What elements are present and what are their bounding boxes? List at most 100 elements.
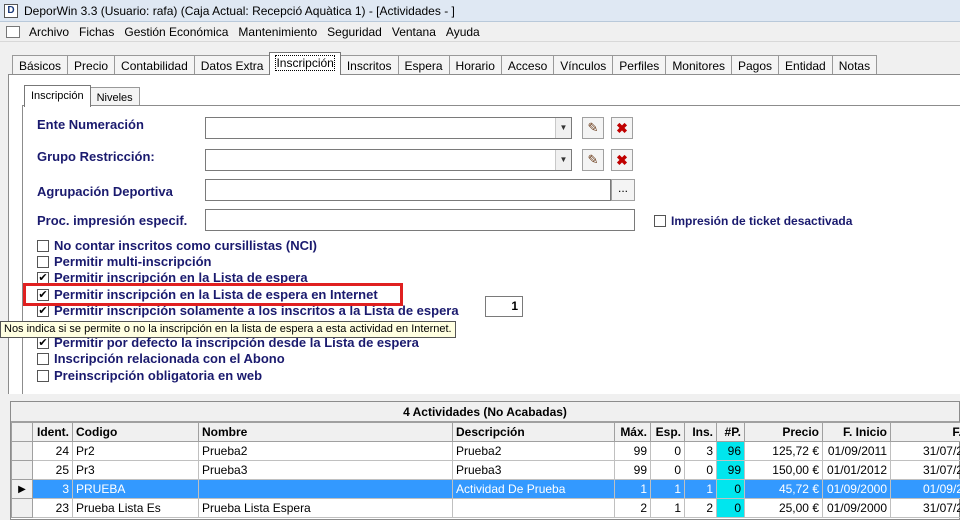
row-indicator [11,498,33,518]
tab-inscritos[interactable]: Inscritos [339,55,399,75]
cell-ins: 3 [684,441,717,461]
subtab-inscripcion[interactable]: Inscripción [24,85,91,107]
cell-descripcion [452,498,615,518]
edit-grupo-button[interactable]: ✎ [582,149,604,171]
tab-basicos[interactable]: Básicos [12,55,69,75]
cell-fecha-fin: 01/09/2020 [890,479,960,499]
mdi-system-menu-icon[interactable] [6,25,20,38]
checkbox-box[interactable] [37,369,49,382]
clear-grupo-button[interactable]: ✖ [611,149,633,171]
column-header-nombre[interactable]: Nombre [198,422,453,442]
checkbox-preinscripcion-web[interactable]: Preinscripción obligatoria en web [37,368,262,383]
tab-vinculos[interactable]: Vínculos [553,55,614,75]
agrupacion-deportiva-field[interactable] [205,179,611,201]
tab-notas[interactable]: Notas [831,55,878,75]
menu-gestion-economica[interactable]: Gestión Económica [121,25,235,39]
tab-acceso[interactable]: Acceso [500,55,555,75]
cell-descripcion: Prueba2 [452,441,615,461]
cell-codigo: Pr3 [72,460,199,480]
ticket-desactivada-checkbox-row[interactable]: Impresión de ticket desactivada [654,214,852,228]
checkbox-multi-inscripcion[interactable]: Permitir multi-inscripción [37,254,211,269]
clear-ente-button[interactable]: ✖ [611,117,633,139]
browse-agrupacion-button[interactable]: ... [611,179,635,201]
delete-icon: ✖ [616,120,628,136]
chevron-down-icon[interactable]: ▼ [555,150,571,170]
tab-label: Notas [838,59,871,73]
title-bar: D DeporWin 3.3 (Usuario: rafa) (Caja Act… [0,0,960,22]
window-title: DeporWin 3.3 (Usuario: rafa) (Caja Actua… [24,3,455,18]
cell-max: 99 [614,460,651,480]
column-header-fecha-inicio[interactable]: F. Inicio [822,422,891,442]
cell-esp: 1 [650,479,685,499]
table-header-row: Ident. Codigo Nombre Descripción Máx. Es… [11,422,960,442]
menu-fichas[interactable]: Fichas [76,25,121,39]
edit-icon: ✎ [587,120,599,135]
table-row[interactable]: 23 Prueba Lista Es Prueba Lista Espera 2… [11,498,960,518]
table-row[interactable]: 25 Pr3 Prueba3 Prueba3 99 0 0 99 150,00 … [11,460,960,480]
menu-archivo[interactable]: Archivo [26,25,76,39]
proc-impresion-label: Proc. impresión especif. [37,213,188,228]
checkbox-box[interactable] [37,239,49,252]
subtab-label: Inscripción [31,90,84,102]
row-indicator [11,441,33,461]
activities-table: Ident. Codigo Nombre Descripción Máx. Es… [11,422,960,518]
checkbox-box[interactable] [37,255,49,268]
checkbox-label: Permitir multi-inscripción [54,254,212,269]
edit-ente-button[interactable]: ✎ [582,117,604,139]
column-header-esp[interactable]: Esp. [650,422,685,442]
column-header-codigo[interactable]: Codigo [72,422,199,442]
column-header-precio[interactable]: Precio [744,422,823,442]
column-header-fecha-fin[interactable]: F. Fin [890,422,960,442]
grupo-restriccion-combo[interactable]: ▼ [205,149,572,171]
checkbox-box[interactable]: ✔ [37,271,49,284]
tab-inscripcion[interactable]: Inscripción [269,52,341,75]
tab-precio[interactable]: Precio [67,55,116,75]
menu-mantenimiento[interactable]: Mantenimiento [235,25,324,39]
column-header-max[interactable]: Máx. [614,422,651,442]
checkbox-box[interactable]: ✔ [37,336,49,349]
subtab-niveles[interactable]: Niveles [89,87,140,107]
ente-numeracion-combo[interactable]: ▼ [205,117,572,139]
proc-impresion-field[interactable] [205,209,635,231]
tab-monitores[interactable]: Monitores [665,55,732,75]
ticket-desactivada-label: Impresión de ticket desactivada [671,214,853,228]
menu-ayuda[interactable]: Ayuda [443,25,487,39]
tab-perfiles[interactable]: Perfiles [612,55,667,75]
tab-horario[interactable]: Horario [448,55,502,75]
menu-ventana[interactable]: Ventana [389,25,443,39]
tab-contabilidad[interactable]: Contabilidad [114,55,195,75]
app-icon: D [4,3,18,18]
tab-espera[interactable]: Espera [397,55,450,75]
tab-label: Inscripción [275,55,335,71]
table-row[interactable]: 24 Pr2 Prueba2 Prueba2 99 0 3 96 125,72 … [11,441,960,461]
cell-esp: 0 [650,460,685,480]
checkbox-no-contar-nci[interactable]: No contar inscritos como cursillistas (N… [37,238,317,253]
column-header-ins[interactable]: Ins. [684,422,717,442]
chevron-down-icon[interactable]: ▼ [555,118,571,138]
cell-ins: 0 [684,460,717,480]
checkbox-box[interactable]: ✔ [37,304,49,317]
cell-max: 99 [614,441,651,461]
tab-datos-extra[interactable]: Datos Extra [193,55,271,75]
menu-seguridad[interactable]: Seguridad [324,25,389,39]
highlight-annotation-box [23,283,403,306]
cell-ident: 3 [32,479,73,499]
tab-entidad[interactable]: Entidad [778,55,833,75]
lista-espera-number-field[interactable]: 1 [485,296,523,317]
cell-precio: 125,72 € [744,441,823,461]
cell-plazas: 96 [716,441,745,461]
checkbox-box[interactable] [37,352,49,365]
column-header-descripcion[interactable]: Descripción [452,422,615,442]
column-header-ident[interactable]: Ident. [32,422,73,442]
row-pointer-icon: ▶ [11,479,33,499]
cell-fecha-fin: 31/07/2012 [890,441,960,461]
column-header-plazas[interactable]: #P. [716,422,745,442]
grupo-restriccion-label: Grupo Restricción: [37,149,155,164]
checkbox-relacionada-abono[interactable]: Inscripción relacionada con el Abono [37,351,285,366]
tab-pagos[interactable]: Pagos [731,55,780,75]
cell-descripcion: Actividad De Prueba [452,479,615,499]
ticket-desactivada-checkbox[interactable] [654,215,666,227]
cell-codigo: Pr2 [72,441,199,461]
cell-esp: 1 [650,498,685,518]
table-row-selected[interactable]: ▶ 3 PRUEBA Actividad De Prueba 1 1 1 0 4… [11,479,960,499]
